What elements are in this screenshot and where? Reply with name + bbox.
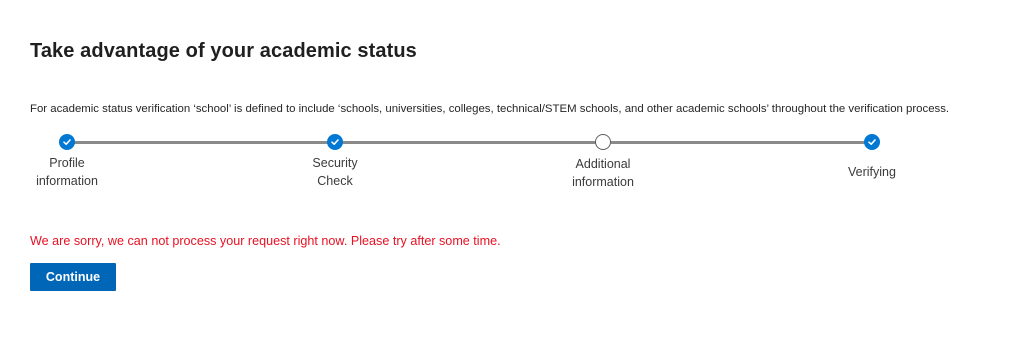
step-node-security — [327, 134, 343, 150]
step-label-verifying: Verifying — [848, 165, 896, 179]
progress-stepper: Profile information Security Check Addit… — [0, 132, 1024, 202]
continue-button[interactable]: Continue — [30, 263, 116, 291]
error-message: We are sorry, we can not process your re… — [30, 234, 501, 248]
step-label-additional: Additional information — [572, 157, 634, 189]
stepper-connector-3 — [611, 141, 865, 144]
stepper-connector-2 — [342, 141, 596, 144]
checkmark-icon — [331, 139, 339, 145]
step-node-additional — [595, 134, 611, 150]
intro-text: For academic status verification ‘school… — [30, 103, 950, 115]
step-label-profile: Profile information — [36, 156, 98, 188]
step-node-profile — [59, 134, 75, 150]
step-label-security: Security Check — [312, 156, 358, 188]
stepper-connector-1 — [74, 141, 328, 144]
checkmark-icon — [868, 139, 876, 145]
checkmark-icon — [63, 139, 71, 145]
page-title: Take advantage of your academic status — [30, 40, 417, 62]
step-node-verifying — [864, 134, 880, 150]
